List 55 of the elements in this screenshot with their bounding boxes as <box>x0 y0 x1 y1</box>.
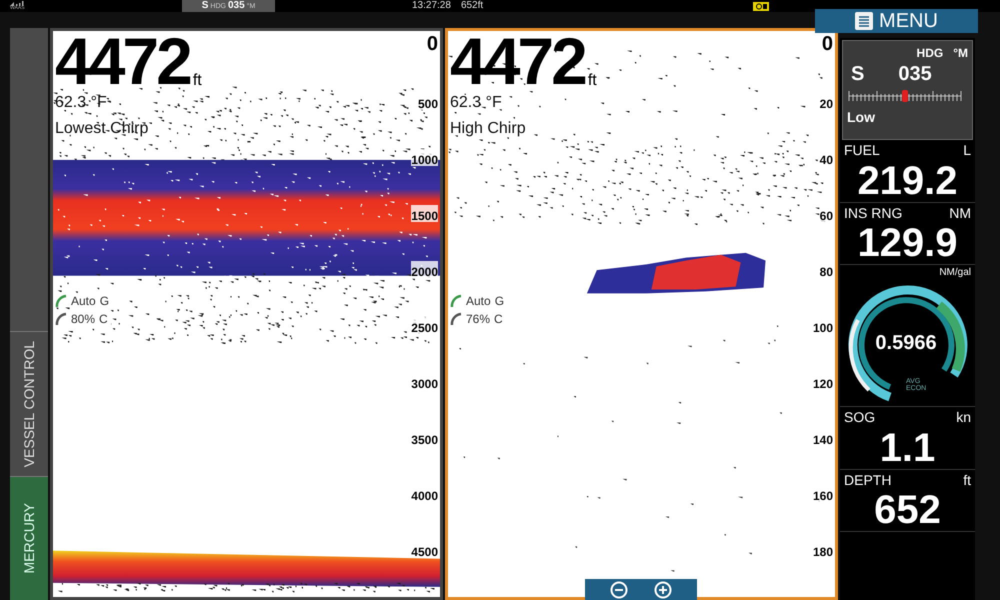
contrast-value: 76% <box>466 313 490 325</box>
depth-unit: ft <box>588 73 597 90</box>
gain-value: Auto <box>466 295 491 307</box>
field-label: INS RNG <box>844 204 902 222</box>
depth-scale-label: 2000 <box>411 261 438 278</box>
field-unit: ft <box>963 472 971 489</box>
arc-gauge-icon <box>450 311 462 325</box>
zoom-out-icon <box>610 580 628 598</box>
depth-scale-label: 1000 <box>411 149 438 166</box>
arc-gauge-icon <box>55 311 67 325</box>
field-value: 1.1 <box>878 426 936 468</box>
gain-key: G <box>100 295 110 307</box>
heading-label: HDG <box>916 45 944 62</box>
gauge-unit: NM/gal <box>939 266 971 280</box>
field-label: SOG <box>844 409 876 426</box>
water-temperature: 62.3 °F <box>55 93 107 114</box>
gauge-value: 0.5966 <box>874 331 938 356</box>
menu-button[interactable]: MENU <box>815 9 978 33</box>
heading-direction: S <box>851 62 864 87</box>
field-unit: L <box>963 142 971 160</box>
depth-scale-label: 2500 <box>411 317 438 334</box>
gain-key: G <box>494 295 504 307</box>
field-label: DEPTH <box>844 472 892 489</box>
clock-time: 13:27:28 <box>412 1 451 11</box>
contrast-key: C <box>99 313 108 325</box>
heading-unit: °M <box>953 45 968 62</box>
frequency-label: High Chirp <box>450 119 526 140</box>
frequency-label: Lowest Chirp <box>55 119 148 140</box>
field-unit: kn <box>956 409 971 426</box>
depth-scale-label: 1500 <box>411 205 438 222</box>
arc-gauge-icon <box>450 293 462 307</box>
side-tab[interactable]: MERCURY <box>10 476 48 600</box>
arc-gauge-icon <box>55 293 67 307</box>
field-unit: NM <box>949 204 971 222</box>
depth-readout: 652ft <box>460 1 484 11</box>
depth-value: 4472 <box>55 33 190 90</box>
field-label: FUEL <box>844 142 880 160</box>
heading-direction: S <box>202 1 208 11</box>
gain-value: Auto <box>71 295 96 307</box>
contrast-value: 80% <box>71 313 96 325</box>
zoom-in-button[interactable] <box>653 580 673 600</box>
signal-icon <box>10 1 24 6</box>
depth-unit: ft <box>192 73 202 90</box>
field-value: 219.2 <box>856 160 959 202</box>
field-value: 652 <box>873 489 942 531</box>
zoom-in-icon <box>654 580 672 598</box>
heading-status: Low <box>847 108 876 127</box>
menu-icon <box>855 12 874 30</box>
contrast-key: C <box>494 313 503 325</box>
zoom-out-button[interactable] <box>609 580 629 600</box>
water-temperature: 62.3 °F <box>450 93 502 114</box>
heading-value: 035 <box>898 62 932 87</box>
heading-value: 035 <box>228 1 245 11</box>
field-value: 129.9 <box>856 222 959 264</box>
depth-value: 4472 <box>450 33 585 90</box>
